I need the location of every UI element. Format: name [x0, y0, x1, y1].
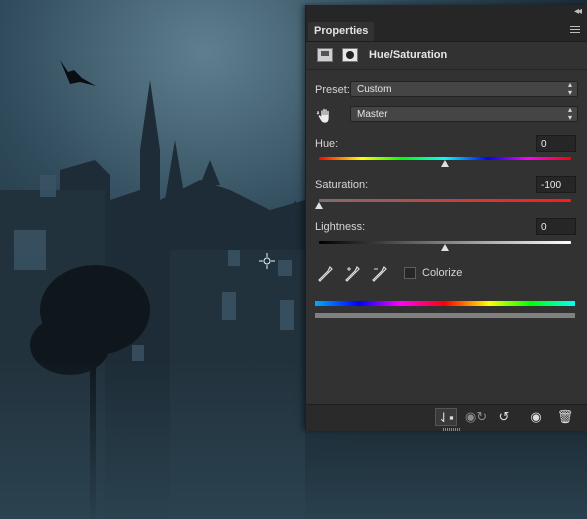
channel-value: Master — [357, 109, 388, 120]
properties-panel: ◂◂ Properties Hue/Saturation Preset: Cus… — [305, 5, 587, 431]
eyedropper-plus-icon[interactable] — [345, 265, 361, 283]
reset-icon[interactable]: ↺ — [493, 408, 515, 426]
eyedropper-icon[interactable] — [318, 265, 334, 283]
result-spectrum-bar — [315, 313, 575, 318]
dropdown-arrows-icon: ▴ ▾ — [567, 80, 572, 97]
lightness-slider-thumb[interactable] — [441, 244, 449, 251]
adjustment-layer-icon[interactable] — [317, 48, 333, 62]
saturation-label: Saturation: — [315, 179, 369, 191]
colorize-label: Colorize — [422, 267, 463, 279]
saturation-input[interactable]: -100 — [536, 176, 576, 193]
hue-input[interactable]: 0 — [536, 135, 576, 152]
eyedropper-minus-icon[interactable] — [372, 265, 388, 283]
adjustment-title: Hue/Saturation — [369, 49, 448, 61]
hand-target-icon[interactable] — [316, 107, 334, 125]
hue-label: Hue: — [315, 138, 339, 150]
preset-label: Preset: — [315, 84, 350, 96]
tab-properties[interactable]: Properties — [308, 22, 375, 41]
preset-dropdown[interactable]: Custom ▴ ▾ — [350, 81, 578, 97]
visibility-eye-icon[interactable]: ◉ — [525, 408, 547, 426]
hue-slider-thumb[interactable] — [441, 160, 449, 167]
clip-to-layer-icon[interactable]: ⇃▪ — [435, 408, 457, 426]
hue-spectrum-bar — [315, 301, 575, 306]
colorize-checkbox[interactable] — [404, 267, 416, 279]
trash-icon[interactable]: 🗑 — [554, 408, 576, 426]
resize-grip[interactable] — [443, 428, 461, 431]
panel-tab-bar: Properties — [306, 19, 587, 42]
hamburger-menu-icon[interactable] — [570, 26, 580, 35]
saturation-slider[interactable] — [319, 199, 571, 202]
channel-dropdown[interactable]: Master ▴ ▾ — [350, 106, 578, 122]
preset-value: Custom — [357, 84, 392, 95]
view-previous-icon[interactable]: ◉↻ — [465, 408, 487, 426]
panel-top-strip: ◂◂ — [306, 5, 587, 19]
dropdown-arrows-icon: ▴ ▾ — [567, 105, 572, 122]
lightness-label: Lightness: — [315, 221, 366, 233]
panel-bottom-toolbar: ⇃▪ ◉↻ ↺ ◉ 🗑 — [306, 404, 587, 431]
double-chevron-icon[interactable]: ◂◂ — [574, 6, 582, 17]
layer-mask-icon[interactable] — [342, 48, 358, 62]
saturation-slider-thumb[interactable] — [315, 202, 323, 209]
adjustment-header: Hue/Saturation — [306, 41, 587, 70]
lightness-input[interactable]: 0 — [536, 218, 576, 235]
